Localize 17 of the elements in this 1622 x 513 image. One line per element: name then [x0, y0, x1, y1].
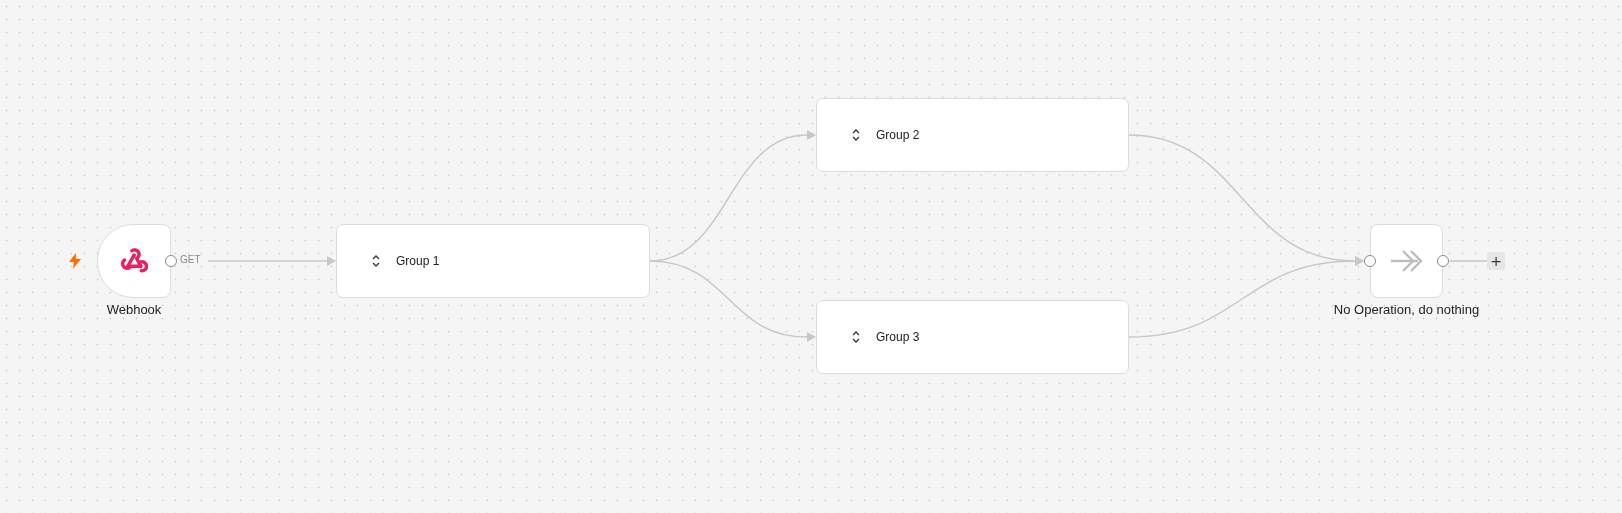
- group-node[interactable]: Group 2: [816, 98, 1129, 172]
- double-arrow-icon: [1389, 248, 1424, 274]
- node-title: Group 1: [396, 254, 440, 268]
- expand-collapse-icon: [371, 254, 381, 268]
- expand-collapse-icon: [851, 128, 861, 142]
- no-operation-node[interactable]: [1370, 224, 1443, 298]
- group-node[interactable]: Group 3: [816, 300, 1129, 374]
- expand-collapse-icon: [851, 330, 861, 344]
- node-label: No Operation, do nothing: [1332, 302, 1481, 317]
- group-node[interactable]: Group 1: [336, 224, 650, 298]
- node-label: Webhook: [105, 302, 163, 317]
- webhook-node[interactable]: [97, 224, 171, 298]
- add-node-button[interactable]: +: [1487, 252, 1505, 270]
- input-handle[interactable]: [1364, 255, 1376, 267]
- node-title: Group 3: [876, 330, 920, 344]
- output-label: GET: [180, 254, 201, 265]
- node-title: Group 2: [876, 128, 920, 142]
